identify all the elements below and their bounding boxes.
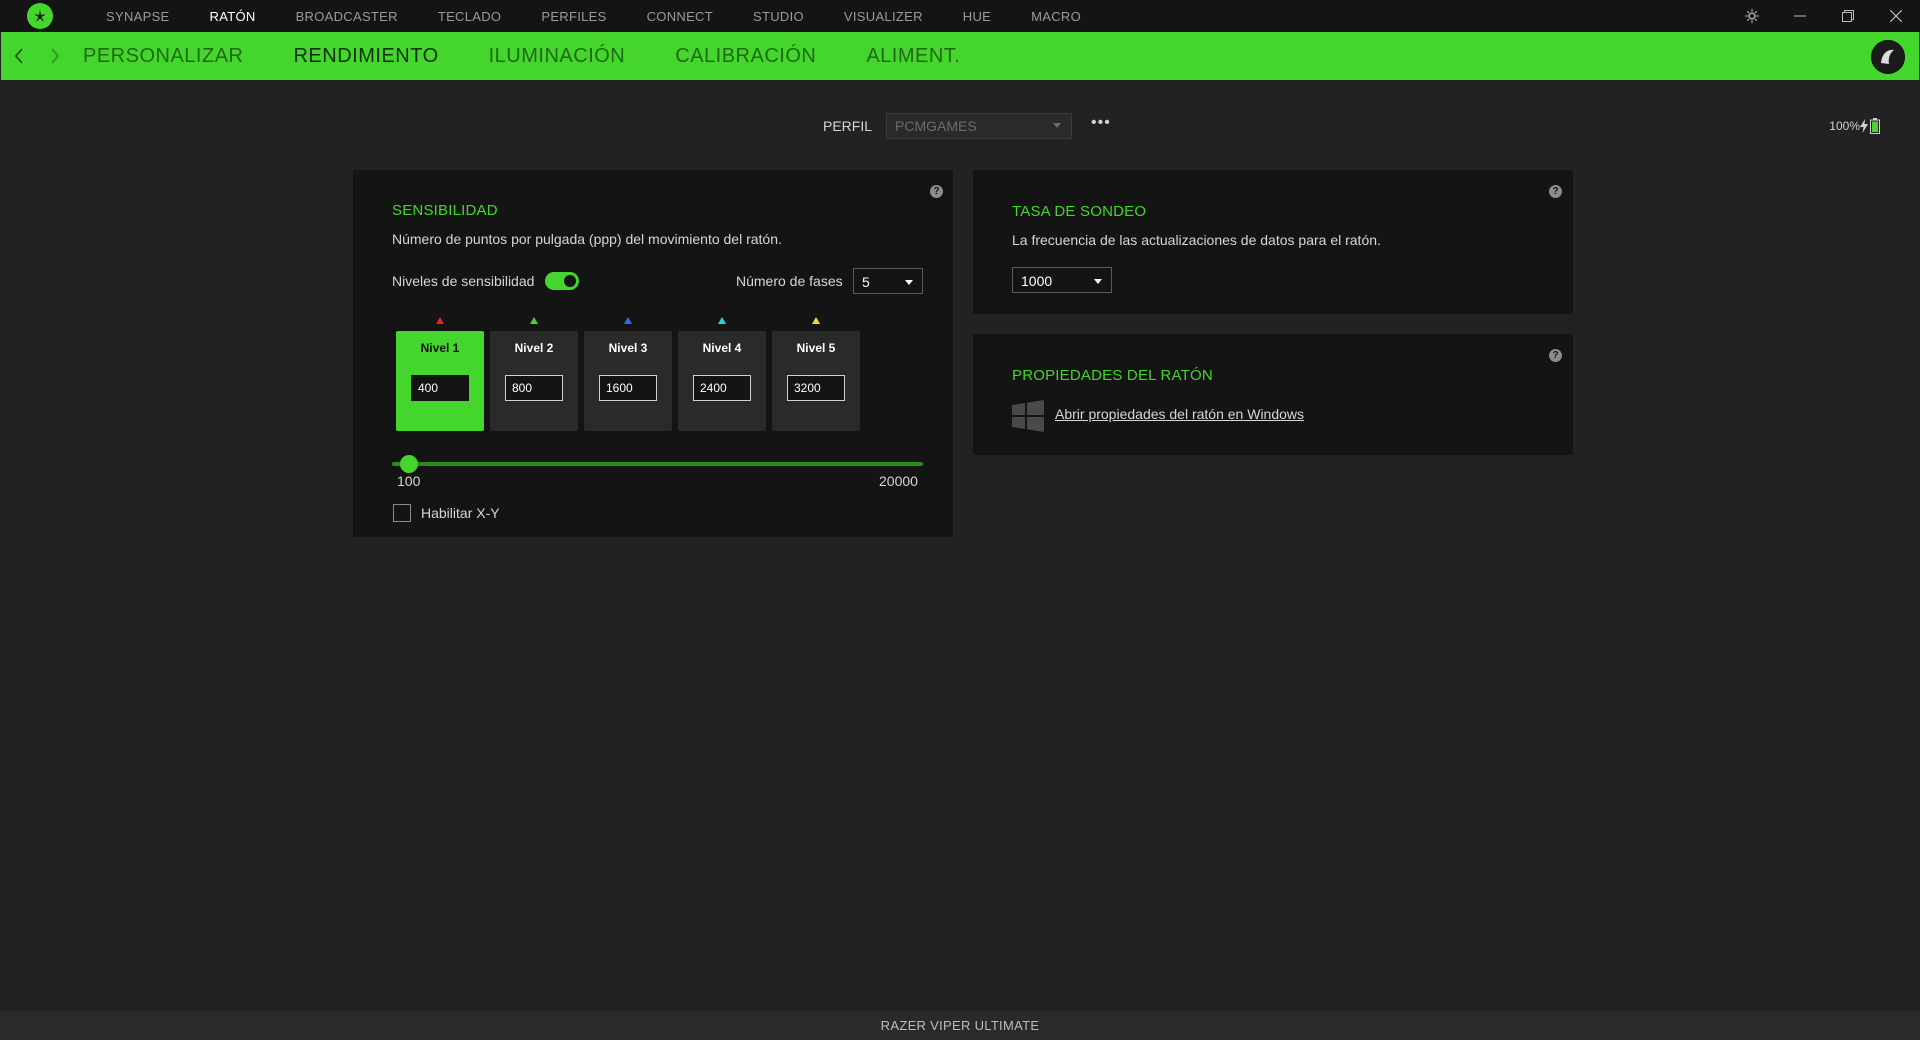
topnav-item-perfiles[interactable]: PERFILES — [541, 9, 606, 24]
stages-dropdown[interactable]: 5 — [853, 268, 923, 294]
level-name: Nivel 4 — [702, 341, 742, 355]
sensitivity-levels-label: Niveles de sensibilidad — [392, 273, 535, 289]
level-dpi-input[interactable]: 400 — [411, 375, 469, 401]
topnav-item-connect[interactable]: CONNECT — [647, 9, 713, 24]
device-name-footer: RAZER VIPER ULTIMATE — [0, 1011, 1920, 1040]
level-dpi-input[interactable]: 2400 — [693, 375, 751, 401]
window-controls — [1728, 0, 1920, 32]
level-card-4[interactable]: Nivel 4 2400 — [678, 331, 766, 431]
restore-icon[interactable] — [1824, 0, 1872, 32]
level-name: Nivel 2 — [514, 341, 554, 355]
level-name: Nivel 5 — [796, 341, 836, 355]
more-options-icon[interactable]: ••• — [1091, 115, 1111, 131]
section-nav: PERSONALIZAR RENDIMIENTO ILUMINACIÓN CAL… — [1, 32, 1919, 80]
title-bar: SYNAPSE RATÓN BROADCASTER TECLADO PERFIL… — [0, 0, 1920, 32]
profile-dropdown-value: PCMGAMES — [895, 118, 977, 134]
tab-personalizar[interactable]: PERSONALIZAR — [83, 45, 243, 68]
chevron-down-icon — [1094, 279, 1102, 284]
profile-label: PERFIL — [823, 118, 873, 134]
level-card-3[interactable]: Nivel 3 1600 — [584, 331, 672, 431]
topnav-item-visualizer[interactable]: VISUALIZER — [844, 9, 923, 24]
dpi-slider-handle[interactable] — [400, 455, 418, 473]
section-tabs: PERSONALIZAR RENDIMIENTO ILUMINACIÓN CAL… — [83, 45, 1010, 68]
level-5-marker-icon — [812, 317, 820, 324]
battery-icon — [1870, 118, 1880, 134]
sensitivity-description: Número de puntos por pulgada (ppp) del m… — [392, 231, 782, 247]
level-3-marker-icon — [624, 317, 632, 324]
slider-max-label: 20000 — [879, 473, 918, 489]
level-dpi-input[interactable]: 3200 — [787, 375, 845, 401]
topnav-item-hue[interactable]: HUE — [963, 9, 991, 24]
top-nav: SYNAPSE RATÓN BROADCASTER TECLADO PERFIL… — [106, 9, 1121, 24]
dpi-slider-track[interactable] — [392, 462, 923, 466]
polling-help-icon[interactable]: ? — [1549, 185, 1562, 198]
battery-status: 100% — [1829, 118, 1880, 134]
level-card-5[interactable]: Nivel 5 3200 — [772, 331, 860, 431]
mouse-props-help-icon[interactable]: ? — [1549, 349, 1562, 362]
windows-logo-icon — [1012, 400, 1044, 432]
chevron-down-icon — [905, 280, 913, 285]
level-1-marker-icon — [436, 317, 444, 324]
tab-calibracion[interactable]: CALIBRACIÓN — [675, 45, 816, 68]
topnav-item-studio[interactable]: STUDIO — [753, 9, 804, 24]
level-4-marker-icon — [718, 317, 726, 324]
level-card-2[interactable]: Nivel 2 800 — [490, 331, 578, 431]
topnav-item-teclado[interactable]: TECLADO — [438, 9, 502, 24]
tab-rendimiento[interactable]: RENDIMIENTO — [293, 45, 438, 68]
chevron-down-icon — [1053, 123, 1061, 128]
sensitivity-title: SENSIBILIDAD — [392, 202, 498, 219]
level-card-1[interactable]: Nivel 1 400 — [396, 331, 484, 431]
close-icon[interactable] — [1872, 0, 1920, 32]
level-2-marker-icon — [530, 317, 538, 324]
minimize-icon[interactable] — [1776, 0, 1824, 32]
charging-bolt-icon — [1860, 119, 1868, 133]
back-arrow-icon[interactable] — [1, 32, 37, 80]
open-mouse-properties-link[interactable]: Abrir propiedades del ratón en Windows — [1055, 406, 1304, 422]
topnav-item-broadcaster[interactable]: BROADCASTER — [296, 9, 398, 24]
profile-dropdown[interactable]: PCMGAMES — [886, 113, 1072, 139]
enable-xy-label: Habilitar X-Y — [421, 505, 500, 521]
polling-rate-value: 1000 — [1021, 273, 1053, 289]
razer-logo-icon[interactable] — [27, 3, 53, 29]
tab-iluminacion[interactable]: ILUMINACIÓN — [489, 45, 626, 68]
polling-title: TASA DE SONDEO — [1012, 203, 1147, 220]
sensitivity-help-icon[interactable]: ? — [930, 185, 943, 198]
level-name: Nivel 3 — [608, 341, 648, 355]
polling-description: La frecuencia de las actualizaciones de … — [1012, 232, 1381, 248]
tab-aliment[interactable]: ALIMENT. — [866, 45, 960, 68]
stages-value: 5 — [862, 274, 870, 290]
sensitivity-levels-toggle[interactable] — [545, 272, 579, 290]
battery-percent: 100% — [1829, 119, 1860, 133]
level-dpi-input[interactable]: 1600 — [599, 375, 657, 401]
level-dpi-input[interactable]: 800 — [505, 375, 563, 401]
forward-arrow-icon[interactable] — [37, 32, 73, 80]
stages-label: Número de fases — [736, 273, 843, 289]
device-avatar[interactable] — [1871, 40, 1905, 74]
level-name: Nivel 1 — [420, 341, 460, 355]
polling-rate-dropdown[interactable]: 1000 — [1012, 267, 1112, 293]
toggle-knob — [564, 275, 576, 287]
slider-min-label: 100 — [397, 473, 421, 489]
topnav-item-macro[interactable]: MACRO — [1031, 9, 1081, 24]
settings-gear-icon[interactable] — [1728, 0, 1776, 32]
mouse-properties-card — [973, 334, 1573, 455]
topnav-item-synapse[interactable]: SYNAPSE — [106, 9, 170, 24]
enable-xy-checkbox[interactable] — [393, 504, 411, 522]
topnav-item-raton[interactable]: RATÓN — [210, 9, 256, 24]
mouse-props-title: PROPIEDADES DEL RATÓN — [1012, 367, 1213, 384]
